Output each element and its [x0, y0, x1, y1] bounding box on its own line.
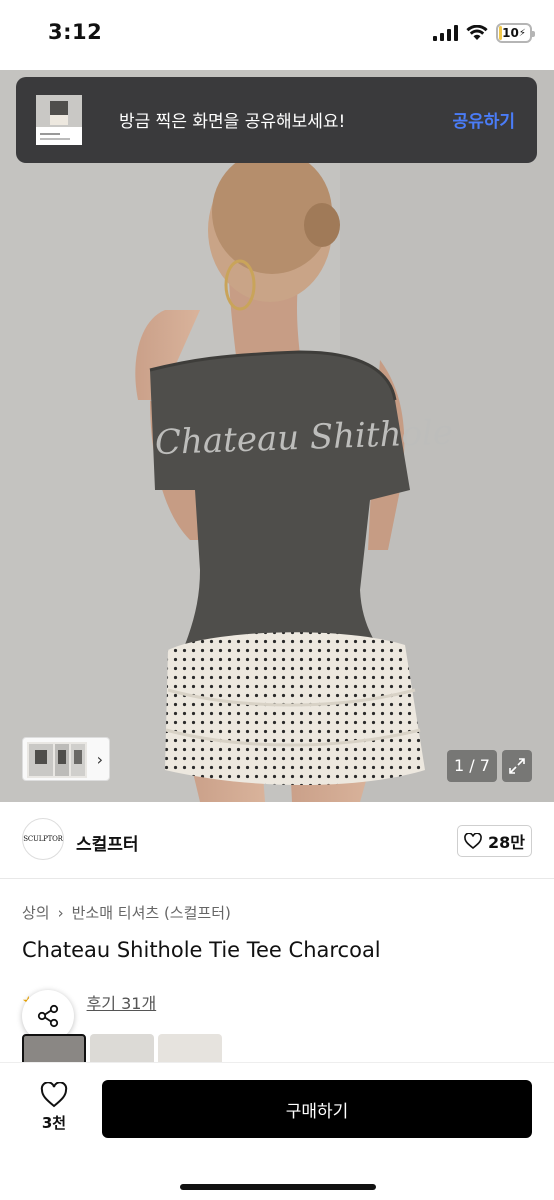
- breadcrumb: 상의 › 반소매 티셔츠 (스컬프터): [22, 902, 231, 923]
- screenshot-thumbnail[interactable]: [36, 95, 82, 145]
- brand-like-count: 28만: [488, 833, 525, 852]
- brand-like-button[interactable]: 28만: [457, 825, 532, 857]
- expand-button[interactable]: [502, 750, 532, 782]
- breadcrumb-category[interactable]: 반소매 티셔츠 (스컬프터): [72, 902, 231, 923]
- wifi-icon: [466, 25, 488, 40]
- product-image[interactable]: Chateau Shithole: [0, 70, 554, 802]
- signal-icon: [433, 25, 458, 41]
- share-toast: 방금 찍은 화면을 공유해보세요! 공유하기: [16, 77, 537, 163]
- review-photo[interactable]: [90, 1034, 154, 1064]
- thumbnail-strip-button[interactable]: ›: [22, 737, 110, 781]
- brand-logo[interactable]: SCULPTOR: [22, 818, 64, 860]
- chevron-right-icon: ›: [57, 903, 64, 922]
- wishlist-button[interactable]: 3천: [28, 1082, 80, 1138]
- buy-button[interactable]: 구매하기: [102, 1080, 532, 1138]
- review-photo[interactable]: [158, 1034, 222, 1064]
- wishlist-count: 3천: [41, 1114, 67, 1132]
- product-title: Chateau Shithole Tie Tee Charcoal: [22, 938, 381, 962]
- home-indicator: [180, 1184, 376, 1190]
- status-bar: 3:12 10 ⚡: [0, 0, 554, 70]
- share-icon: [37, 1004, 59, 1028]
- thumbnail-preview: [27, 742, 87, 778]
- brand-logo-text: SCULPTOR: [23, 835, 63, 843]
- brand-name[interactable]: 스컬프터: [76, 830, 139, 855]
- expand-icon: [509, 758, 525, 774]
- breadcrumb-root[interactable]: 상의: [22, 902, 50, 923]
- battery-icon: 10 ⚡: [496, 23, 535, 43]
- share-button[interactable]: 공유하기: [452, 107, 515, 132]
- battery-level: 10: [502, 26, 519, 40]
- status-icons: 10 ⚡: [433, 22, 535, 44]
- image-counter: 1 / 7: [447, 750, 497, 782]
- status-time: 3:12: [48, 20, 103, 44]
- review-link[interactable]: 후기 31개: [87, 990, 157, 1014]
- chevron-right-icon: ›: [96, 750, 103, 769]
- model-photo: Chateau Shithole: [0, 70, 554, 802]
- review-photo[interactable]: [22, 1034, 86, 1064]
- review-photo-strip: [22, 1034, 222, 1064]
- heart-icon: [40, 1082, 68, 1108]
- heart-icon: [464, 833, 482, 849]
- toast-message: 방금 찍은 화면을 공유해보세요!: [119, 112, 346, 132]
